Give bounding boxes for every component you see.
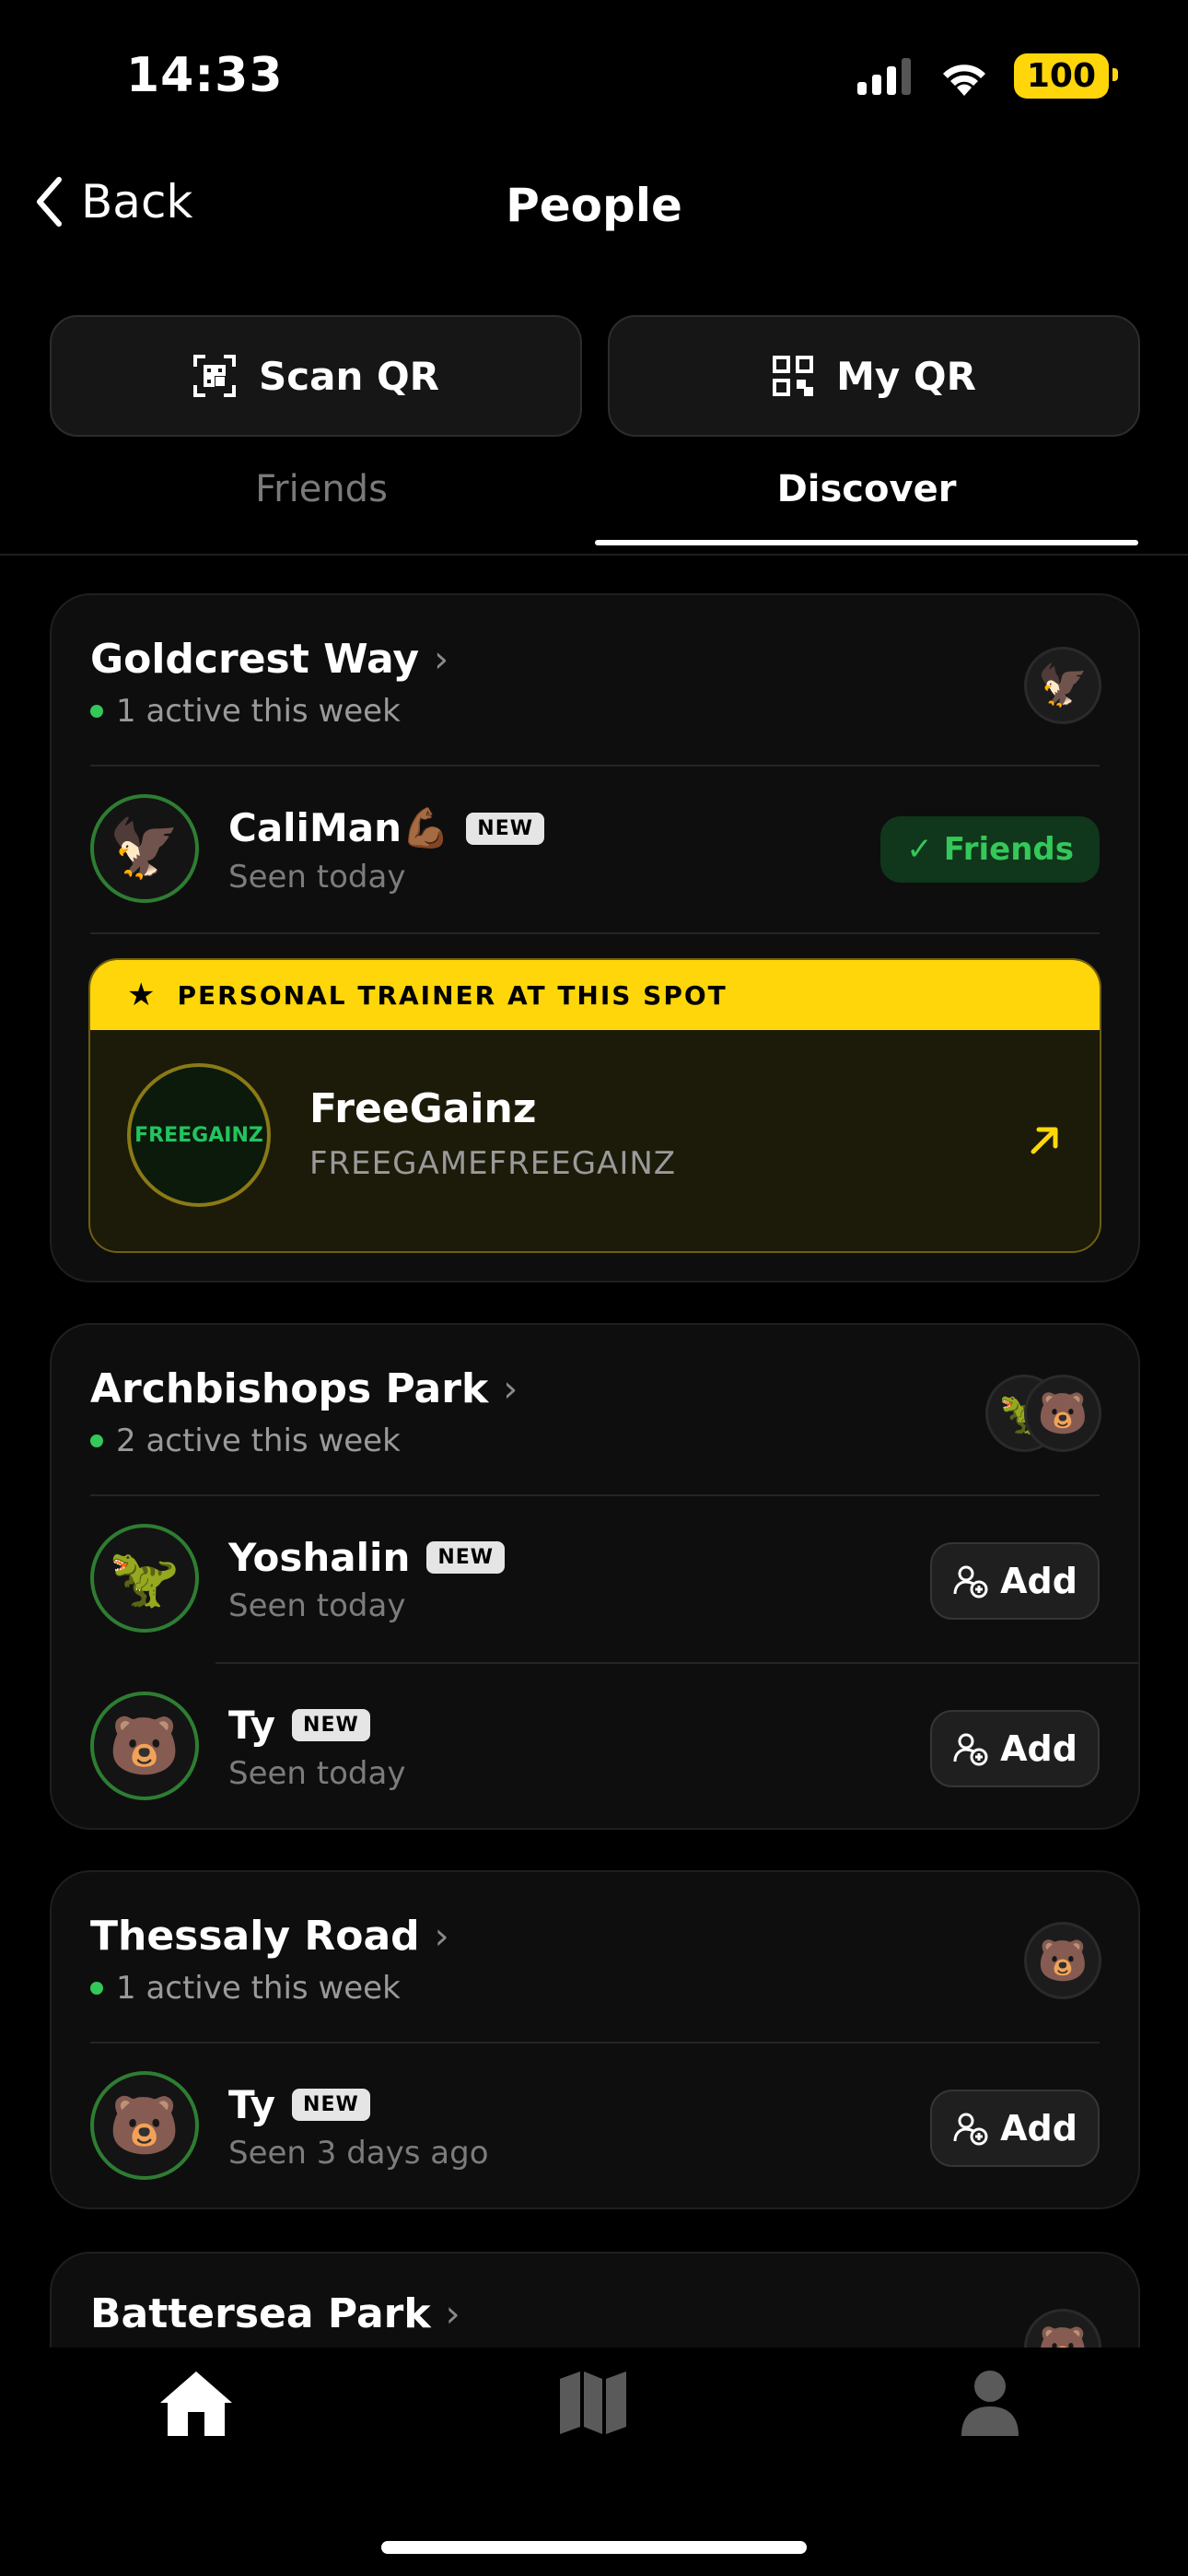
scan-qr-button[interactable]: Scan QR: [50, 315, 582, 437]
friends-status-button[interactable]: ✓ Friends: [880, 816, 1100, 883]
active-dot-icon: [90, 1982, 103, 1995]
divider: [90, 2042, 1100, 2043]
active-count: 2 active this week: [90, 1423, 401, 1459]
status-time: 14:33: [126, 48, 284, 103]
battery-indicator: 100: [1013, 53, 1119, 99]
spot-card: Thessaly Road › 1 active this week 🐻 🐻 T…: [50, 1870, 1140, 2209]
last-seen: Seen today: [228, 859, 406, 896]
arrow-up-right-icon[interactable]: [1026, 1122, 1063, 1159]
spot-name: Battersea Park: [90, 2290, 431, 2337]
cellular-signal-icon: [856, 57, 911, 95]
add-label: Add: [1000, 1728, 1077, 1769]
spot-member-avatar: 🐻: [1024, 1375, 1101, 1452]
spot-name-link[interactable]: Battersea Park ›: [90, 2290, 460, 2337]
new-badge: NEW: [426, 1541, 506, 1574]
qr-code-icon: [773, 356, 814, 396]
add-friend-button[interactable]: Add: [930, 1542, 1100, 1620]
last-seen: Seen 3 days ago: [228, 2135, 489, 2172]
spot-name: Thessaly Road: [90, 1913, 420, 1960]
active-dot-icon: [90, 705, 103, 718]
active-tab-indicator: [595, 540, 1138, 545]
avatar: 🐻: [90, 2071, 199, 2180]
active-count-text: 1 active this week: [116, 1970, 401, 2007]
active-count: 1 active this week: [90, 1970, 401, 2007]
tab-discover[interactable]: Discover: [602, 468, 1131, 510]
new-badge: NEW: [466, 812, 545, 845]
star-icon: ★: [127, 977, 157, 1013]
divider: [90, 765, 1100, 767]
chevron-right-icon: ›: [434, 1914, 449, 1958]
spot-member-avatar: 🐻: [1024, 1922, 1101, 1999]
add-friend-button[interactable]: Add: [930, 1710, 1100, 1787]
spot-name: Archbishops Park: [90, 1365, 489, 1412]
trainer-header-text: PERSONAL TRAINER AT THIS SPOT: [177, 979, 728, 1011]
add-label: Add: [1000, 1561, 1077, 1601]
new-badge: NEW: [292, 1709, 370, 1741]
divider: [215, 1662, 1138, 1664]
trainer-logo: FREEGAINZ: [127, 1063, 271, 1207]
add-person-icon: [953, 1565, 988, 1598]
divider: [90, 1494, 1100, 1496]
avatar: 🦖: [90, 1524, 199, 1633]
list-item[interactable]: 🦅 CaliMan💪🏾 NEW Seen today ✓ Friends: [90, 794, 1100, 907]
checkmark-icon: ✓: [906, 831, 933, 868]
divider: [90, 932, 1100, 934]
user-name: Yoshalin: [228, 1535, 411, 1580]
active-count-text: 1 active this week: [116, 693, 401, 730]
chevron-right-icon: ›: [434, 638, 449, 681]
trainer-card[interactable]: ★ PERSONAL TRAINER AT THIS SPOT FREEGAIN…: [88, 958, 1101, 1253]
spot-name-link[interactable]: Goldcrest Way ›: [90, 636, 448, 683]
spot-card: Archbishops Park › 2 active this week 🦖 …: [50, 1323, 1140, 1830]
page-title: People: [506, 179, 682, 232]
spot-member-avatar: 🦅: [1024, 647, 1101, 724]
user-name: Ty: [228, 2082, 276, 2127]
chevron-right-icon: ›: [503, 1367, 518, 1411]
avatar: 🦅: [90, 794, 199, 903]
spot-name-link[interactable]: Archbishops Park ›: [90, 1365, 518, 1412]
map-icon[interactable]: [558, 2370, 628, 2436]
list-item[interactable]: 🐻 Ty NEW Seen 3 days ago Add: [90, 2071, 1100, 2184]
last-seen: Seen today: [228, 1755, 406, 1792]
qr-scan-icon: [192, 355, 236, 397]
trainer-logo-text: FREEGAINZ: [134, 1123, 263, 1147]
new-badge: NEW: [292, 2089, 370, 2121]
scan-qr-label: Scan QR: [258, 353, 440, 399]
status-icons: 100: [856, 53, 1119, 99]
trainer-name: FreeGainz: [309, 1085, 537, 1132]
tab-divider: [0, 554, 1188, 556]
active-count: 1 active this week: [90, 693, 401, 730]
active-count-text: 2 active this week: [116, 1423, 401, 1459]
active-dot-icon: [90, 1434, 103, 1447]
my-qr-label: My QR: [836, 353, 976, 399]
home-icon[interactable]: [157, 2368, 236, 2440]
wifi-icon: [942, 64, 985, 96]
trainer-header: ★ PERSONAL TRAINER AT THIS SPOT: [90, 960, 1100, 1030]
spot-name: Goldcrest Way: [90, 636, 420, 683]
last-seen: Seen today: [228, 1587, 406, 1624]
user-name: CaliMan💪🏾: [228, 805, 450, 850]
chevron-right-icon: ›: [445, 2292, 460, 2336]
list-item[interactable]: 🐻 Ty NEW Seen today Add: [90, 1692, 1100, 1804]
list-item[interactable]: 🦖 Yoshalin NEW Seen today Add: [90, 1524, 1100, 1636]
tab-friends[interactable]: Friends: [57, 468, 586, 510]
add-person-icon: [953, 2113, 988, 2146]
avatar: 🐻: [90, 1692, 199, 1800]
friends-label: Friends: [943, 831, 1074, 868]
add-person-icon: [953, 1733, 988, 1766]
spot-name-link[interactable]: Thessaly Road ›: [90, 1913, 449, 1960]
my-qr-button[interactable]: My QR: [608, 315, 1140, 437]
home-indicator: [381, 2541, 807, 2554]
profile-icon[interactable]: [960, 2368, 1020, 2436]
add-friend-button[interactable]: Add: [930, 2090, 1100, 2167]
trainer-handle: FREEGAMEFREEGAINZ: [309, 1145, 677, 1182]
user-name: Ty: [228, 1703, 276, 1748]
add-label: Add: [1000, 2108, 1077, 2149]
